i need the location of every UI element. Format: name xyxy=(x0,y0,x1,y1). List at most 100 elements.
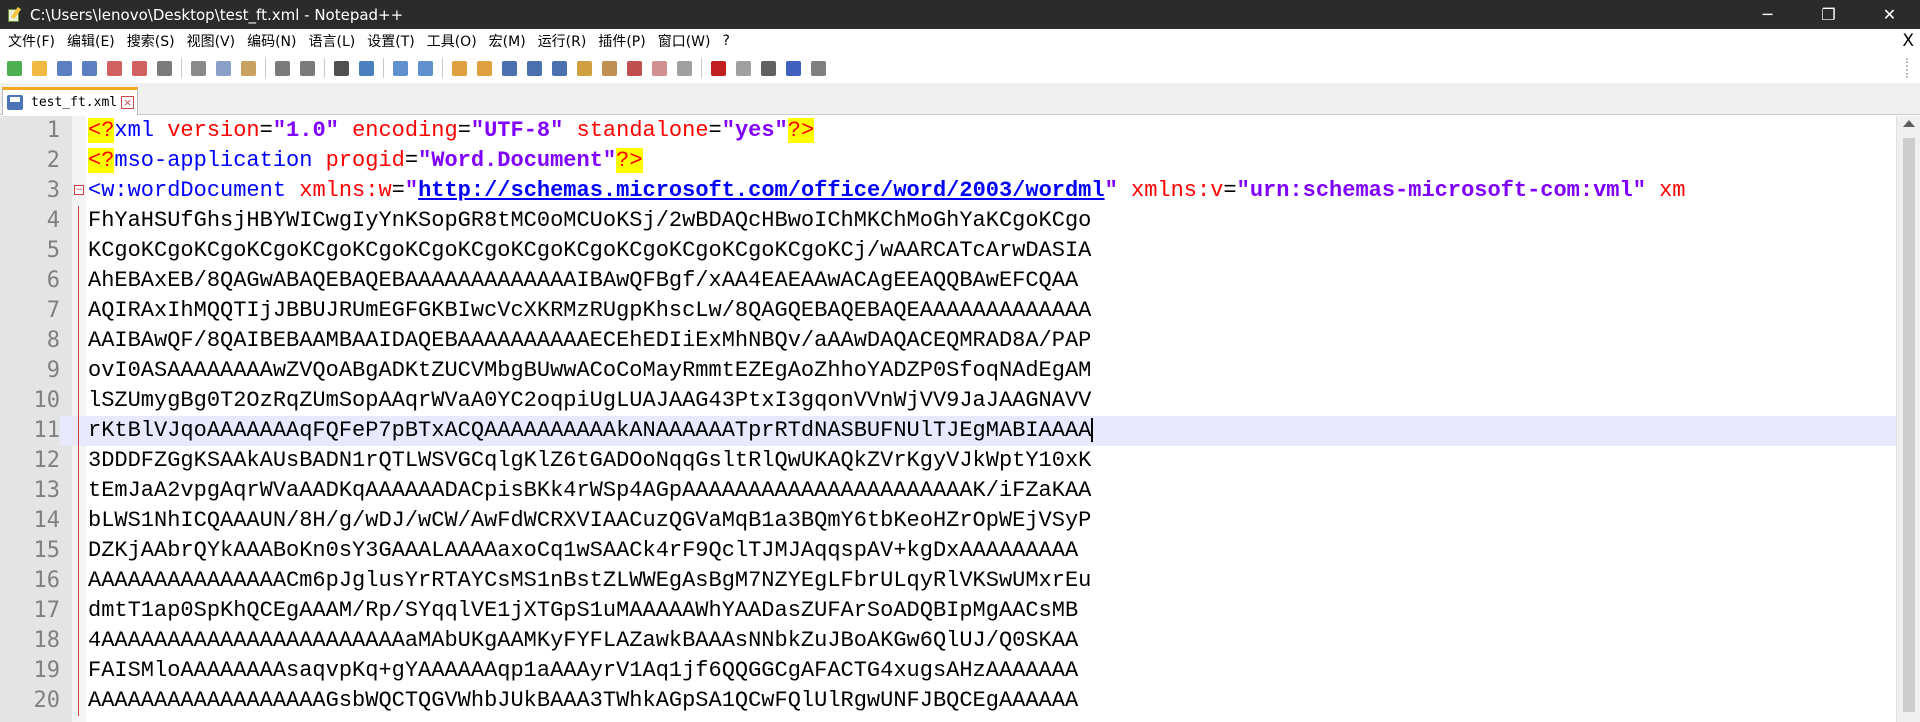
menu-file[interactable]: 文件(F) xyxy=(4,31,59,51)
scroll-up-icon[interactable] xyxy=(1903,120,1915,127)
tab-test-ft-xml[interactable]: test_ft.xml × xyxy=(2,87,138,115)
zoom-out-button[interactable] xyxy=(415,58,435,78)
stop-macro-button[interactable] xyxy=(733,58,753,78)
scroll-thumb[interactable] xyxy=(1903,138,1915,712)
editor-line[interactable]: 9 ovI0ASAAAAAAAAwZVQoABgADKtZUCVMbgBUwwAC… xyxy=(0,356,1896,386)
menu-plugins[interactable]: 插件(P) xyxy=(594,31,649,51)
menu-tools[interactable]: 工具(O) xyxy=(423,31,481,51)
menu-edit[interactable]: 编辑(E) xyxy=(63,31,119,51)
editor-line[interactable]: 12 3DDDFZGgKSAAkAUsBADN1rQTLWSVGCqlgKlZ6t… xyxy=(0,446,1896,476)
editor-line[interactable]: 5 KCgoKCgoKCgoKCgoKCgoKCgoKCgoKCgoKCgoKCg… xyxy=(0,236,1896,266)
line-text[interactable]: tEmJaA2vpgAqrWVaAADKqAAAAAADACpisBKk4rWS… xyxy=(88,476,1091,506)
line-text[interactable]: dmtT1ap0SpKhQCEgAAAM/Rp/SYqqlVE1jXTGpS1u… xyxy=(88,596,1078,626)
line-text[interactable]: bLWS1NhICQAAAUN/8H/g/wDJ/wCW/AwFdWCRXVIA… xyxy=(88,506,1091,536)
editor-line[interactable]: 13 tEmJaA2vpgAqrWVaAADKqAAAAAADACpisBKk4r… xyxy=(0,476,1896,506)
editor-line[interactable]: 11 rKtBlVJqoAAAAAAAqFQFeP7pBTxACQAAAAAAAA… xyxy=(0,416,1896,446)
restore-button[interactable]: ❐ xyxy=(1798,0,1859,29)
save-icon xyxy=(56,60,72,76)
run-macro-multiple-button[interactable] xyxy=(783,58,803,78)
fold-collapse-icon[interactable]: − xyxy=(74,185,84,195)
lang-define-button[interactable] xyxy=(574,58,594,78)
editor-line[interactable]: 2 <?mso-application progid="Word.Document… xyxy=(0,146,1896,176)
close-window-button[interactable]: ✕ xyxy=(1859,0,1920,29)
line-text[interactable]: DZKjAAbrQYkAAABoKn0sY3GAAALAAAAaxoCq1wSA… xyxy=(88,536,1078,566)
editor-line[interactable]: 19 FAISMloAAAAAAAAsaqvpKq+gYAAAAAAqp1aAAA… xyxy=(0,656,1896,686)
editor-line[interactable]: 10 lSZUmygBg0T2OzRqZUmSopAAqrWVaA0YC2oqpi… xyxy=(0,386,1896,416)
show-all-chars-icon xyxy=(526,60,542,76)
save-macro-button[interactable] xyxy=(808,58,828,78)
line-text[interactable]: 4AAAAAAAAAAAAAAAAAAAAAAAaMAbUKgAAMKyFYFL… xyxy=(88,626,1078,656)
save-button[interactable] xyxy=(54,58,74,78)
print-button[interactable] xyxy=(154,58,174,78)
editor-line[interactable]: 17 dmtT1ap0SpKhQCEgAAAM/Rp/SYqqlVE1jXTGpS… xyxy=(0,596,1896,626)
menu-view[interactable]: 视图(V) xyxy=(183,31,240,51)
paste-button[interactable] xyxy=(238,58,258,78)
editor-pane[interactable]: 1 <?xml version="1.0" encoding="UTF-8" st… xyxy=(0,116,1920,722)
line-text[interactable]: <?xml version="1.0" encoding="UTF-8" sta… xyxy=(88,116,815,146)
line-text[interactable]: rKtBlVJqoAAAAAAAqFQFeP7pBTxACQAAAAAAAAAA… xyxy=(88,416,1094,446)
editor-line[interactable]: 16 AAAAAAAAAAAAAAACm6pJglusYrRTAYCsMS1nBs… xyxy=(0,566,1896,596)
show-all-chars-button[interactable] xyxy=(524,58,544,78)
cut-button[interactable] xyxy=(188,58,208,78)
copy-button[interactable] xyxy=(213,58,233,78)
close-document-button[interactable]: X xyxy=(1902,31,1914,51)
editor-line[interactable]: 8 AAIBAwQF/8QAIBEBAAMBAAIDAQEBAAAAAAAAAAE… xyxy=(0,326,1896,356)
line-text[interactable]: KCgoKCgoKCgoKCgoKCgoKCgoKCgoKCgoKCgoKCgo… xyxy=(88,236,1091,266)
editor-line[interactable]: 18 4AAAAAAAAAAAAAAAAAAAAAAAaMAbUKgAAMKyFY… xyxy=(0,626,1896,656)
editor-line[interactable]: 1 <?xml version="1.0" encoding="UTF-8" st… xyxy=(0,116,1896,146)
record-macro-button[interactable] xyxy=(708,58,728,78)
toolbar-grip[interactable] xyxy=(1906,58,1914,78)
zoom-in-button[interactable] xyxy=(390,58,410,78)
save-all-button[interactable] xyxy=(79,58,99,78)
line-text[interactable]: FhYaHSUfGhsjHBYWICwgIyYnKSopGR8tMC0oMCUo… xyxy=(88,206,1091,236)
replace-button[interactable] xyxy=(356,58,376,78)
editor-line[interactable]: 6 AhEBAxEB/8QAGwABAQEBAQEBAAAAAAAAAAAAAIB… xyxy=(0,266,1896,296)
line-text[interactable]: FAISMloAAAAAAAAsaqvpKq+gYAAAAAAqp1aAAAyr… xyxy=(88,656,1078,686)
line-text[interactable]: ovI0ASAAAAAAAAwZVQoABgADKtZUCVMbgBUwwACo… xyxy=(88,356,1091,386)
editor-line[interactable]: 15 DZKjAAbrQYkAAABoKn0sY3GAAALAAAAaxoCq1w… xyxy=(0,536,1896,566)
notepadpp-app-icon[interactable] xyxy=(6,6,22,23)
word-wrap-button[interactable] xyxy=(499,58,519,78)
minimize-button[interactable]: ─ xyxy=(1737,0,1798,29)
menu-run[interactable]: 运行(R) xyxy=(534,31,591,51)
folder-workspace-button[interactable] xyxy=(649,58,669,78)
line-text[interactable]: 3DDDFZGgKSAAkAUsBADN1rQTLWSVGCqlgKlZ6tGA… xyxy=(88,446,1091,476)
new-file-button[interactable] xyxy=(4,58,24,78)
indent-guide-button[interactable] xyxy=(549,58,569,78)
doc-map-button[interactable] xyxy=(599,58,619,78)
tab-close-icon[interactable]: × xyxy=(121,96,135,109)
editor-line[interactable]: 14 bLWS1NhICQAAAUN/8H/g/wDJ/wCW/AwFdWCRXV… xyxy=(0,506,1896,536)
editor-line[interactable]: 3 − <w:wordDocument xmlns:w="http://schema… xyxy=(0,176,1896,206)
editor-line[interactable]: 4 FhYaHSUfGhsjHBYWICwgIyYnKSopGR8tMC0oMCU… xyxy=(0,206,1896,236)
line-text[interactable]: <?mso-application progid="Word.Document"… xyxy=(88,146,643,176)
menu-encoding[interactable]: 编码(N) xyxy=(243,31,300,51)
line-text[interactable]: <w:wordDocument xmlns:w="http://schemas.… xyxy=(88,176,1686,206)
menu-search[interactable]: 搜索(S) xyxy=(123,31,179,51)
menu-settings[interactable]: 设置(T) xyxy=(363,31,418,51)
menu-macro[interactable]: 宏(M) xyxy=(485,31,530,51)
menu-help[interactable]: ? xyxy=(719,33,734,49)
line-text[interactable]: AhEBAxEB/8QAGwABAQEBAQEBAAAAAAAAAAAAAIBA… xyxy=(88,266,1078,296)
line-text[interactable]: AAAAAAAAAAAAAAACm6pJglusYrRTAYCsMS1nBstZ… xyxy=(88,566,1091,596)
line-text[interactable]: AQIRAxIhMQQTIjJBBUJRUmEGFGKBIwcVcXKRMzRU… xyxy=(88,296,1091,326)
editor-line[interactable]: 7 AQIRAxIhMQQTIjJBBUJRUmEGFGKBIwcVcXKRMzR… xyxy=(0,296,1896,326)
close-file-button[interactable] xyxy=(104,58,124,78)
open-file-button[interactable] xyxy=(29,58,49,78)
editor-line[interactable]: 20 AAAAAAAAAAAAAAAAAAGsbWQCTQGVWhbJUkBAAA… xyxy=(0,686,1896,716)
line-text[interactable]: AAAAAAAAAAAAAAAAAAGsbWQCTQGVWhbJUkBAAA3T… xyxy=(88,686,1078,716)
function-list-button[interactable] xyxy=(624,58,644,78)
find-button[interactable] xyxy=(331,58,351,78)
fold-marker[interactable]: − xyxy=(72,176,86,206)
line-text[interactable]: AAIBAwQF/8QAIBEBAAMBAAIDAQEBAAAAAAAAAAEC… xyxy=(88,326,1091,356)
undo-button[interactable] xyxy=(272,58,292,78)
play-macro-button[interactable] xyxy=(758,58,778,78)
monitoring-button[interactable] xyxy=(674,58,694,78)
close-all-button[interactable] xyxy=(129,58,149,78)
redo-button[interactable] xyxy=(297,58,317,78)
sync-vertical-button[interactable] xyxy=(449,58,469,78)
menu-language[interactable]: 语言(L) xyxy=(305,31,360,51)
vertical-scrollbar[interactable] xyxy=(1896,116,1920,722)
menu-window[interactable]: 窗口(W) xyxy=(654,31,715,51)
sync-horizontal-button[interactable] xyxy=(474,58,494,78)
line-text[interactable]: lSZUmygBg0T2OzRqZUmSopAAqrWVaA0YC2oqpiUg… xyxy=(88,386,1091,416)
